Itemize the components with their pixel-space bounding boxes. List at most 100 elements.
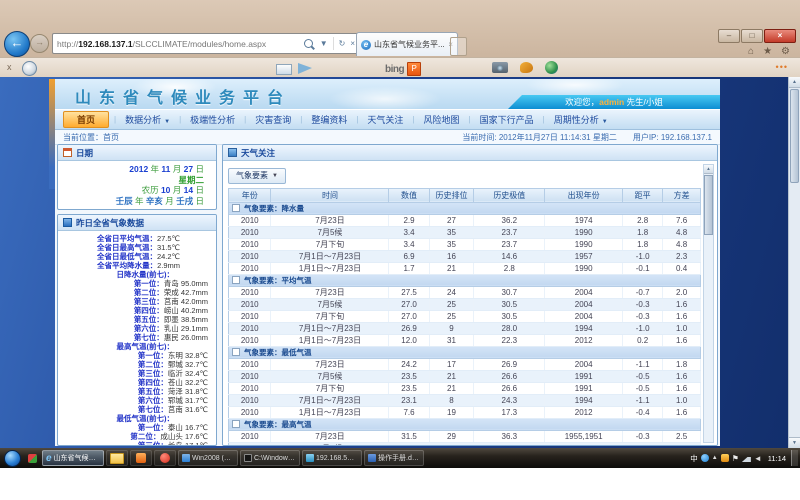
browser-tab[interactable]: e 山东省气候业务平... × — [356, 32, 458, 56]
nav-item-weather-focus[interactable]: 天气关注 — [358, 113, 412, 126]
taskbar-window-button[interactable]: 192.168.59.99... — [302, 450, 362, 466]
collapse-checkbox[interactable] — [232, 348, 240, 356]
show-hidden-icons-arrow[interactable]: ▲ — [712, 455, 718, 461]
search-icon[interactable] — [304, 39, 313, 48]
column-header[interactable]: 年份 — [229, 188, 271, 202]
bird-icon[interactable] — [520, 62, 533, 73]
sogou-tray-icon[interactable] — [721, 454, 729, 462]
column-header[interactable]: 数值 — [389, 188, 429, 202]
stop-icon[interactable]: × — [350, 39, 355, 48]
column-header[interactable]: 历史极值 — [474, 188, 545, 202]
volume-icon[interactable]: ◄ — [754, 454, 762, 463]
scroll-down-icon[interactable]: ▼ — [789, 437, 800, 448]
mail-icon[interactable] — [276, 64, 292, 75]
forward-button[interactable]: → — [30, 34, 49, 53]
show-desktop-button[interactable] — [791, 450, 798, 466]
column-header[interactable]: 历史排位 — [429, 188, 474, 202]
network-icon[interactable] — [742, 454, 751, 462]
table-row[interactable]: 20107月23日24.21726.92004-1.11.8 — [229, 358, 701, 370]
search-dropdown-icon[interactable]: ▼ — [320, 39, 328, 48]
nav-item-periodic-analysis[interactable]: 周期性分析▼ — [545, 113, 617, 126]
taskbar-pinned-icon[interactable] — [28, 454, 37, 463]
collapse-checkbox[interactable] — [232, 276, 240, 284]
table-row[interactable]: 20107月下旬23.52126.61991-0.51.6 — [229, 382, 701, 394]
start-button[interactable] — [4, 450, 21, 467]
back-button[interactable]: ← — [4, 31, 30, 57]
scroll-up-icon[interactable]: ▲ — [789, 77, 800, 88]
explorer-button[interactable] — [106, 450, 128, 466]
ime-indicator[interactable]: 中 — [690, 453, 698, 464]
scroll-up-icon[interactable]: ▲ — [704, 165, 713, 174]
taskbar-window-button[interactable]: C:\Windows\s... — [240, 450, 300, 466]
element-filter-button[interactable]: 气象要素 ▼ — [228, 168, 286, 184]
camera-icon[interactable] — [492, 62, 508, 73]
column-header[interactable]: 距平 — [623, 188, 663, 202]
column-header[interactable]: 出现年份 — [545, 188, 623, 202]
table-row[interactable]: 20101月1日～7月23日1.7212.81990-0.10.4 — [229, 262, 701, 274]
table-group-row[interactable]: 气象要素：平均气温 — [229, 274, 701, 286]
globe-icon[interactable] — [545, 61, 558, 74]
chevron-down-icon: ▼ — [164, 119, 170, 125]
minimize-button[interactable]: – — [718, 29, 740, 43]
nav-item-home[interactable]: 首页 — [63, 111, 109, 128]
nav-item-disaster-query[interactable]: 灾害查询 — [246, 113, 300, 126]
table-row[interactable]: 20107月下旬3.43523.719901.84.8 — [229, 238, 701, 250]
home-icon[interactable]: ⌂ — [748, 46, 754, 57]
browser-scrollbar[interactable]: ▲ ▼ — [788, 77, 800, 448]
table-row[interactable]: 20107月23日31.52936.31955,1951-0.32.5 — [229, 430, 701, 442]
panel-scrollbar[interactable]: ▲ — [703, 164, 714, 443]
column-header[interactable]: 方差 — [663, 188, 701, 202]
table-row[interactable]: 20107月5候31.42535.31951-0.31.9 — [229, 442, 701, 445]
taskbar-app-button-orange[interactable] — [130, 450, 152, 466]
table-row[interactable]: 20107月23日27.52430.72004-0.72.0 — [229, 286, 701, 298]
table-row[interactable]: 20107月下旬27.02530.52004-0.31.6 — [229, 310, 701, 322]
bing-logo[interactable]: bing P — [385, 62, 421, 76]
new-tab-button[interactable] — [450, 37, 467, 56]
taskbar-active-window[interactable]: e 山东省气候业... — [42, 450, 104, 466]
send-icon[interactable] — [298, 63, 312, 74]
weather-rank-item: 第七位：惠民 26.0mm — [58, 333, 216, 342]
bing-search-icon[interactable]: P — [407, 62, 421, 76]
taskbar-window-button[interactable]: Win2008 (V52... — [178, 450, 238, 466]
collapse-checkbox[interactable] — [232, 420, 240, 428]
table-group-row[interactable]: 气象要素：最低气温 — [229, 346, 701, 358]
nav-item-compiled-data[interactable]: 整编资料 — [302, 113, 356, 126]
column-header[interactable]: 时间 — [271, 188, 389, 202]
table-row[interactable]: 20101月1日～7月23日12.03122.320120.21.6 — [229, 334, 701, 346]
table-row[interactable]: 20107月1日～7月23日26.9928.01994-1.01.0 — [229, 322, 701, 334]
nav-item-risk-map[interactable]: 风险地图 — [415, 113, 469, 126]
taskbar-window-button[interactable]: 操作手册.docx ... — [364, 450, 424, 466]
table-row[interactable]: 20107月1日～7月23日6.91614.61957-1.02.3 — [229, 250, 701, 262]
toolbar-close-icon[interactable]: x — [7, 62, 12, 72]
maximize-button[interactable]: □ — [741, 29, 763, 43]
chevron-down-icon: ▼ — [272, 173, 278, 179]
address-bar[interactable]: http://192.168.137.1/SLCCLIMATE/modules/… — [52, 33, 360, 54]
qq-tray-icon[interactable] — [701, 454, 709, 462]
gear-icon[interactable]: ⚙ — [781, 46, 790, 57]
nav-item-data-analysis[interactable]: 数据分析▼ — [116, 113, 179, 126]
taskbar-app-button-red[interactable] — [154, 450, 176, 466]
table-group-row[interactable]: 气象要素：降水量 — [229, 202, 701, 214]
collapse-checkbox[interactable] — [232, 204, 240, 212]
scrollbar-thumb[interactable] — [790, 89, 799, 183]
nav-item-national-products[interactable]: 国家下行产品 — [471, 113, 543, 126]
table-row[interactable]: 20101月1日～7月23日7.61917.32012-0.41.6 — [229, 406, 701, 418]
table-row[interactable]: 20107月23日2.92736.219742.87.6 — [229, 214, 701, 226]
favorites-star-icon[interactable]: ★ — [763, 46, 772, 57]
table-cell: 7.6 — [663, 214, 701, 226]
refresh-icon[interactable]: ↻ — [339, 39, 346, 48]
nav-item-extreme-analysis[interactable]: 极端性分析 — [181, 113, 244, 126]
weather-rank-item: 第一位：泰山 16.7℃ — [58, 423, 216, 432]
table-group-row[interactable]: 气象要素：最高气温 — [229, 418, 701, 430]
scrollbar-thumb[interactable] — [704, 175, 713, 235]
table-row[interactable]: 20107月5候3.43523.719901.84.8 — [229, 226, 701, 238]
action-center-flag-icon[interactable]: ⚑ — [732, 454, 739, 463]
app-icon — [160, 453, 170, 463]
table-row[interactable]: 20107月1日～7月23日23.1824.31994-1.11.0 — [229, 394, 701, 406]
table-row[interactable]: 20107月5候23.52126.61991-0.51.6 — [229, 370, 701, 382]
table-row[interactable]: 20107月5候27.02530.52004-0.31.6 — [229, 298, 701, 310]
close-button[interactable]: × — [764, 29, 796, 43]
toolbar-overflow-icon[interactable]: ••• — [776, 62, 788, 72]
taskbar-clock[interactable]: 11:14 — [768, 454, 786, 463]
toolbar-logo-icon[interactable] — [22, 61, 37, 76]
